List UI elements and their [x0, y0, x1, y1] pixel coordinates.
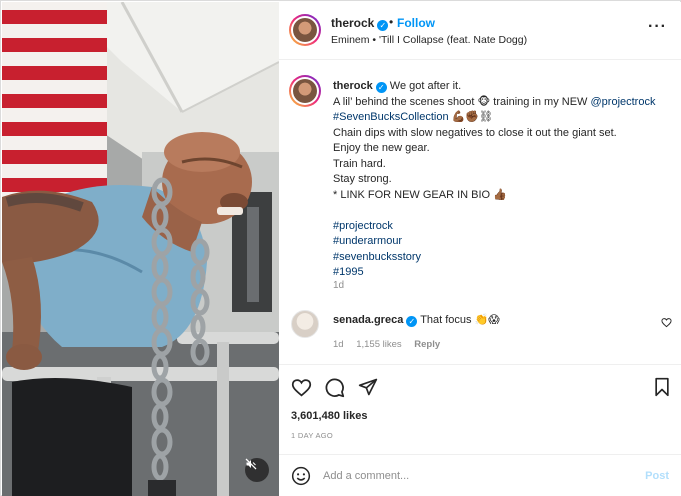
mute-toggle-button[interactable]: [245, 458, 269, 482]
header-separator: •: [389, 15, 394, 29]
caption-author-avatar[interactable]: [289, 75, 321, 107]
comment-input[interactable]: [323, 463, 623, 489]
post-comment-button[interactable]: Post: [645, 470, 669, 482]
action-bar: 3,601,480 likes 1 DAY AGO: [279, 364, 681, 454]
comment-body: That focus 👏😱: [420, 314, 500, 326]
follow-button[interactable]: Follow: [397, 16, 435, 30]
post-modal: therock ✓ • Follow Eminem • 'Till I Colla…: [0, 0, 681, 496]
comment-icon[interactable]: [324, 377, 345, 398]
caption-line-2: A lil’ behind the scenes shoot 🐵 trainin…: [333, 95, 591, 108]
comment-likes[interactable]: 1,155 likes: [356, 339, 401, 350]
muted-audio-icon: [245, 458, 257, 470]
caption-line-7: Stay strong.: [333, 173, 392, 185]
caption-timestamp[interactable]: 1d: [333, 280, 344, 291]
commenter-username[interactable]: senada.greca: [333, 314, 403, 326]
comment-meta: 1d 1,155 likes Reply: [333, 339, 450, 350]
likes-count[interactable]: 3,601,480 likes: [291, 410, 367, 422]
caption-line-1: We got after it.: [386, 80, 462, 92]
caption-line-5: Enjoy the new gear.: [333, 142, 430, 154]
hashtag-link[interactable]: #underarmour: [333, 234, 669, 250]
video-frame: [2, 2, 279, 496]
post-header: therock ✓ • Follow Eminem • 'Till I Colla…: [279, 2, 681, 60]
comments-section: therock ✓ We got after it. A lil’ behind …: [279, 61, 681, 361]
comment-like-heart-icon[interactable]: [661, 317, 672, 328]
verified-badge-icon: ✓: [406, 316, 418, 327]
hashtag-link[interactable]: #projectrock: [333, 219, 669, 235]
more-options-icon[interactable]: ···: [648, 19, 667, 35]
bookmark-icon[interactable]: [653, 377, 671, 397]
caption-emojis: 💪🏾✊🏾⛓: [448, 111, 493, 123]
add-comment-bar: Post: [279, 454, 681, 496]
caption-line-8: * LINK FOR NEW GEAR IN BIO 👍🏾: [333, 188, 507, 201]
commenter-avatar[interactable]: [291, 310, 319, 338]
mention-link[interactable]: @projectrock: [591, 96, 656, 108]
hashtag-link[interactable]: #SevenBucksCollection: [333, 111, 449, 123]
post-date[interactable]: 1 DAY AGO: [291, 431, 333, 440]
comment: senada.greca ✓ That focus 👏😱: [333, 313, 500, 327]
post-video[interactable]: [2, 2, 279, 496]
comment-timestamp[interactable]: 1d: [333, 339, 344, 350]
share-icon[interactable]: [358, 377, 378, 397]
reply-button[interactable]: Reply: [414, 339, 440, 350]
verified-badge-icon: ✓: [375, 82, 387, 93]
caption-line-6: Train hard.: [333, 157, 386, 170]
author-username-text: therock: [331, 16, 375, 30]
hashtag-link[interactable]: #sevenbucksstory: [333, 250, 669, 266]
heart-icon[interactable]: [291, 377, 312, 398]
hashtag-link[interactable]: #1995: [333, 265, 669, 281]
caption-line-4: Chain dips with slow negatives to close …: [333, 126, 617, 139]
audio-attribution[interactable]: Eminem • 'Till I Collapse (feat. Nate Do…: [331, 34, 527, 46]
author-avatar[interactable]: [289, 14, 321, 46]
emoji-icon[interactable]: [291, 466, 311, 486]
caption-username[interactable]: therock: [333, 80, 373, 92]
author-username[interactable]: therock ✓: [331, 16, 389, 31]
verified-badge-icon: ✓: [377, 20, 389, 31]
post-details-panel: therock ✓ • Follow Eminem • 'Till I Colla…: [279, 2, 681, 496]
post-caption: therock ✓ We got after it. A lil’ behind …: [333, 79, 669, 281]
